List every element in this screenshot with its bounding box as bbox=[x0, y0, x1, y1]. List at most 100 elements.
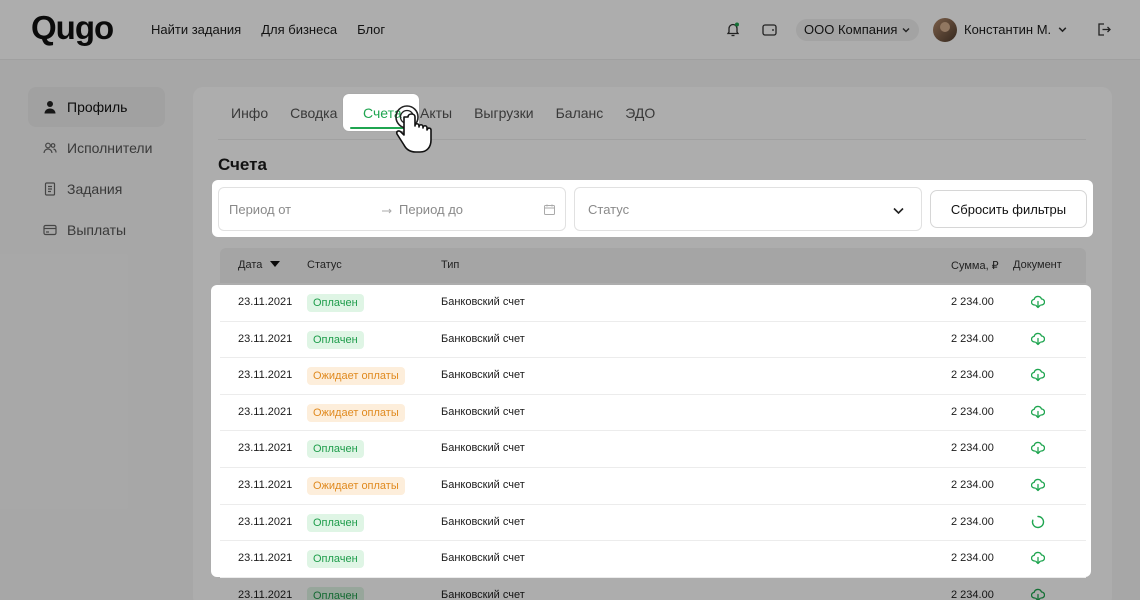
chevron-down-icon[interactable] bbox=[1057, 24, 1068, 35]
row-date: 23.11.2021 bbox=[238, 369, 293, 382]
sidebar-item-performers[interactable]: Исполнители bbox=[28, 128, 165, 168]
avatar[interactable] bbox=[933, 18, 957, 42]
logout-icon[interactable] bbox=[1096, 22, 1111, 37]
period-from-input[interactable]: Период от bbox=[229, 202, 291, 217]
row-amount: 2 234.00 bbox=[951, 515, 994, 528]
loading-spinner-icon bbox=[1031, 515, 1045, 528]
nav-blog[interactable]: Блог bbox=[357, 22, 385, 37]
row-type: Банковский счет bbox=[441, 405, 525, 418]
row-amount: 2 234.00 bbox=[951, 369, 994, 382]
cloud-download-icon[interactable] bbox=[1031, 588, 1045, 600]
table-row[interactable]: 23.11.2021 Ожидает оплаты Банковский счет 2… bbox=[220, 358, 1086, 395]
company-name: ООО Компания bbox=[804, 22, 898, 37]
row-amount: 2 234.00 bbox=[951, 552, 994, 565]
sidebar-item-label: Выплаты bbox=[67, 222, 127, 238]
status-select[interactable]: Статус bbox=[574, 187, 922, 231]
page-title: Счета bbox=[218, 155, 267, 174]
calendar-icon[interactable] bbox=[544, 204, 555, 215]
status-badge: Оплачен bbox=[307, 513, 364, 532]
tab-balance[interactable]: Баланс bbox=[556, 103, 604, 123]
user-name[interactable]: Константин М. bbox=[964, 22, 1051, 37]
table-header: Дата Статус Тип Сумма, ₽ Документ bbox=[220, 248, 1086, 283]
qugo-logo[interactable]: Qugo bbox=[31, 9, 114, 47]
sidebar-item-label: Задания bbox=[67, 181, 123, 197]
row-amount: 2 234.00 bbox=[951, 589, 994, 600]
chevron-down-icon bbox=[893, 207, 904, 215]
tab-edo[interactable]: ЭДО bbox=[625, 103, 655, 123]
sidebar: Профиль Исполнители Задания Выплаты bbox=[28, 87, 165, 251]
cloud-download-icon[interactable] bbox=[1031, 368, 1045, 382]
reset-filters-button[interactable]: Сбросить фильтры bbox=[930, 190, 1087, 228]
sidebar-item-tasks[interactable]: Задания bbox=[28, 169, 165, 209]
row-date: 23.11.2021 bbox=[238, 405, 293, 418]
row-amount: 2 234.00 bbox=[951, 296, 994, 308]
arrow-right-icon bbox=[382, 208, 392, 214]
period-range-picker[interactable]: Период от Период до bbox=[218, 187, 566, 231]
company-selector[interactable]: ООО Компания bbox=[796, 19, 920, 41]
row-date: 23.11.2021 bbox=[238, 589, 293, 600]
tab-info[interactable]: Инфо bbox=[231, 103, 268, 123]
bell-icon[interactable] bbox=[726, 22, 740, 37]
cloud-download-icon[interactable] bbox=[1031, 478, 1045, 492]
row-date: 23.11.2021 bbox=[238, 515, 293, 528]
sort-desc-icon[interactable] bbox=[270, 261, 281, 267]
nav-for-business[interactable]: Для бизнеса bbox=[261, 22, 337, 37]
table-rows: 23.11.2021 Оплачен Банковский счет 2 234.00… bbox=[220, 285, 1086, 578]
hand-pointer-icon bbox=[395, 105, 432, 153]
row-date: 23.11.2021 bbox=[238, 442, 293, 455]
column-header-amount: Сумма, ₽ bbox=[951, 260, 999, 272]
top-header: Qugo Найти задания Для бизнеса Блог ООО … bbox=[0, 0, 1140, 60]
table-row[interactable]: 23.11.2021 Оплачен Банковский счет 2 234.00 bbox=[220, 578, 1086, 600]
cloud-download-icon[interactable] bbox=[1031, 551, 1045, 565]
card-icon bbox=[43, 224, 57, 236]
row-type: Банковский счет bbox=[441, 296, 525, 308]
row-amount: 2 234.00 bbox=[951, 405, 994, 418]
sidebar-item-profile[interactable]: Профиль bbox=[28, 87, 165, 127]
sidebar-item-label: Профиль bbox=[67, 99, 128, 115]
status-select-placeholder: Статус bbox=[588, 202, 630, 217]
row-amount: 2 234.00 bbox=[951, 442, 994, 455]
row-type: Банковский счет bbox=[441, 369, 525, 382]
row-date: 23.11.2021 bbox=[238, 552, 293, 565]
table-row[interactable]: 23.11.2021 Оплачен Банковский счет 2 234.00 bbox=[220, 322, 1086, 359]
table-row[interactable]: 23.11.2021 Оплачен Банковский счет 2 234.00 bbox=[220, 505, 1086, 542]
table-row[interactable]: 23.11.2021 Ожидает оплаты Банковский счет 2… bbox=[220, 395, 1086, 432]
row-type: Банковский счет bbox=[441, 332, 525, 345]
status-badge: Оплачен bbox=[307, 550, 364, 569]
chevron-down-icon bbox=[902, 28, 910, 33]
cloud-download-icon[interactable] bbox=[1031, 405, 1045, 419]
table-row[interactable]: 23.11.2021 Оплачен Банковский счет 2 234.00 bbox=[220, 431, 1086, 468]
status-badge: Ожидает оплаты bbox=[307, 476, 405, 495]
status-badge: Оплачен bbox=[307, 294, 364, 312]
cloud-download-icon[interactable] bbox=[1031, 441, 1045, 455]
tab-exports[interactable]: Выгрузки bbox=[474, 103, 534, 123]
status-badge: Оплачен bbox=[307, 440, 364, 459]
column-header-type: Тип bbox=[441, 259, 460, 271]
row-type: Банковский счет bbox=[441, 589, 525, 600]
cloud-download-icon[interactable] bbox=[1031, 295, 1045, 309]
row-type: Банковский счет bbox=[441, 478, 525, 491]
users-icon bbox=[43, 142, 57, 154]
nav-find-tasks[interactable]: Найти задания bbox=[151, 22, 241, 37]
row-date: 23.11.2021 bbox=[238, 478, 293, 491]
tabs-divider bbox=[218, 139, 1086, 140]
user-icon bbox=[44, 101, 56, 114]
table-row[interactable]: 23.11.2021 Ожидает оплаты Банковский счет 2… bbox=[220, 468, 1086, 505]
document-icon bbox=[44, 182, 56, 196]
period-to-input[interactable]: Период до bbox=[399, 202, 463, 217]
row-type: Банковский счет bbox=[441, 442, 525, 455]
table-row[interactable]: 23.11.2021 Оплачен Банковский счет 2 234.00 bbox=[220, 541, 1086, 578]
tab-bar: Инфо Сводка Счета Акты Выгрузки Баланс Э… bbox=[231, 103, 677, 123]
sidebar-item-payouts[interactable]: Выплаты bbox=[28, 210, 165, 250]
table-row[interactable]: 23.11.2021 Оплачен Банковский счет 2 234.00 bbox=[220, 285, 1086, 322]
row-date: 23.11.2021 bbox=[238, 332, 293, 345]
cloud-download-icon[interactable] bbox=[1031, 332, 1045, 346]
row-amount: 2 234.00 bbox=[951, 332, 994, 345]
column-header-date[interactable]: Дата bbox=[238, 259, 281, 271]
tab-summary[interactable]: Сводка bbox=[290, 103, 337, 123]
status-badge: Оплачен bbox=[307, 330, 364, 349]
wallet-icon[interactable] bbox=[762, 23, 777, 36]
top-nav: Найти задания Для бизнеса Блог bbox=[151, 22, 385, 37]
column-header-document: Документ bbox=[1013, 259, 1062, 271]
status-badge: Ожидает оплаты bbox=[307, 367, 405, 386]
